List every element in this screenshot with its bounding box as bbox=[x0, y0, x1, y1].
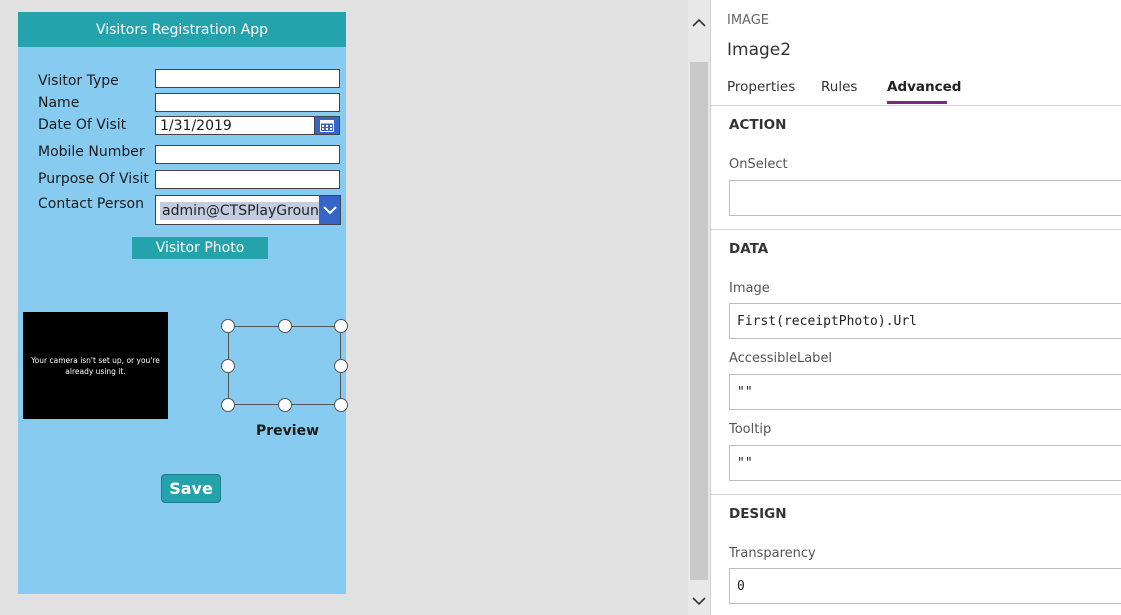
date-value: 1/31/2019 bbox=[160, 117, 232, 134]
calendar-icon[interactable] bbox=[314, 117, 339, 134]
app-canvas: Visitors Registration App Visitor Type N… bbox=[18, 12, 348, 594]
tab-rules[interactable]: Rules bbox=[821, 79, 857, 95]
name-label: Name bbox=[38, 95, 80, 111]
date-picker[interactable]: 1/31/2019 bbox=[155, 116, 340, 135]
resize-handle-top[interactable] bbox=[278, 319, 292, 333]
resize-handle-bottom-left[interactable] bbox=[221, 398, 235, 412]
resize-handle-top-left[interactable] bbox=[221, 319, 235, 333]
app-title: Visitors Registration App bbox=[95, 21, 269, 38]
camera-control[interactable]: Your camera isn't set up, or you're alre… bbox=[23, 312, 168, 419]
transparency-label: Transparency bbox=[729, 546, 816, 561]
tab-advanced[interactable]: Advanced bbox=[887, 79, 961, 95]
contact-person-value: admin@CTSPlayGround bbox=[160, 202, 324, 220]
section-action-title: ACTION bbox=[729, 117, 787, 133]
resize-handle-left[interactable] bbox=[221, 359, 235, 373]
contact-person-label: Contact Person bbox=[38, 196, 144, 212]
resize-handle-bottom[interactable] bbox=[278, 398, 292, 412]
image-formula-input[interactable]: First(receiptPhoto).Url bbox=[729, 303, 1121, 339]
tab-properties[interactable]: Properties bbox=[727, 79, 795, 95]
accessiblelabel-formula-input[interactable]: "" bbox=[729, 374, 1121, 410]
divider bbox=[711, 494, 1121, 495]
purpose-of-visit-input[interactable] bbox=[155, 170, 340, 189]
accessiblelabel-label: AccessibleLabel bbox=[729, 351, 833, 366]
visitor-type-input[interactable] bbox=[155, 69, 340, 88]
control-name[interactable]: Image2 bbox=[727, 40, 791, 60]
property-panel: IMAGE Image2 Properties Rules Advanced A… bbox=[710, 0, 1121, 615]
resize-handle-top-right[interactable] bbox=[334, 319, 348, 333]
resize-handle-right[interactable] bbox=[334, 359, 348, 373]
chevron-down-icon[interactable] bbox=[688, 588, 710, 614]
preview-label: Preview bbox=[256, 423, 320, 439]
transparency-formula-input[interactable]: 0 bbox=[729, 568, 1121, 604]
name-input[interactable] bbox=[155, 93, 340, 112]
scrollbar-thumb[interactable] bbox=[690, 62, 708, 580]
visitor-photo-button[interactable]: Visitor Photo bbox=[132, 237, 268, 259]
tooltip-formula-input[interactable]: "" bbox=[729, 445, 1121, 481]
visitor-type-label: Visitor Type bbox=[38, 73, 119, 89]
resize-handle-bottom-right[interactable] bbox=[334, 398, 348, 412]
save-button[interactable]: Save bbox=[161, 474, 221, 503]
onselect-formula-input[interactable] bbox=[729, 180, 1121, 216]
section-design-title: DESIGN bbox=[729, 506, 787, 522]
chevron-up-icon[interactable] bbox=[688, 8, 710, 36]
canvas-scrollbar[interactable] bbox=[688, 0, 710, 615]
contact-person-dropdown[interactable]: admin@CTSPlayGround bbox=[155, 195, 341, 225]
divider bbox=[711, 105, 1121, 106]
image-property-label: Image bbox=[729, 281, 770, 296]
tooltip-label: Tooltip bbox=[729, 422, 772, 437]
date-of-visit-label: Date Of Visit bbox=[38, 117, 127, 133]
app-title-bar: Visitors Registration App bbox=[18, 12, 346, 47]
mobile-number-label: Mobile Number bbox=[38, 144, 145, 160]
divider bbox=[711, 229, 1121, 230]
active-tab-indicator bbox=[887, 101, 947, 104]
section-data-title: DATA bbox=[729, 241, 769, 257]
camera-message: Your camera isn't set up, or you're alre… bbox=[31, 355, 160, 376]
control-type: IMAGE bbox=[727, 13, 770, 28]
onselect-label: OnSelect bbox=[729, 157, 788, 172]
mobile-number-input[interactable] bbox=[155, 145, 340, 164]
chevron-down-icon[interactable] bbox=[319, 196, 340, 224]
image2-preview[interactable] bbox=[221, 319, 348, 412]
purpose-of-visit-label: Purpose Of Visit bbox=[38, 171, 149, 187]
